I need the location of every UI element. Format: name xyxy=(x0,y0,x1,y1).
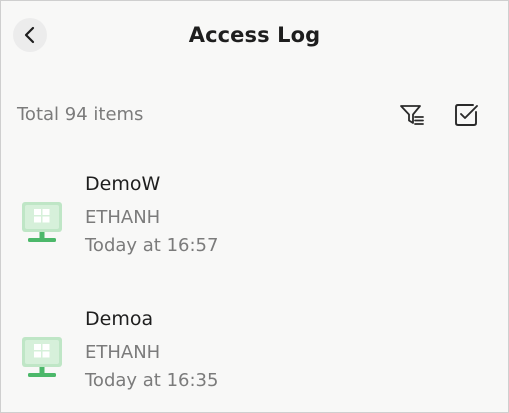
list-item[interactable]: Demoa ETHANH Today at 16:35 xyxy=(1,302,508,412)
windows-monitor-icon xyxy=(22,337,62,377)
filter-button[interactable] xyxy=(398,101,426,129)
device-name: Demoa xyxy=(85,308,154,330)
windows-monitor-icon xyxy=(22,202,62,242)
user-name: ETHANH xyxy=(85,342,161,363)
access-time: Today at 16:57 xyxy=(85,235,219,256)
select-items-button[interactable] xyxy=(452,101,480,129)
access-log-screen: Access Log Total 94 items DemoW ETHANH T… xyxy=(0,0,509,413)
device-name: DemoW xyxy=(85,173,161,195)
user-name: ETHANH xyxy=(85,207,161,228)
checkbox-icon xyxy=(455,104,478,126)
access-time: Today at 16:35 xyxy=(85,370,219,391)
total-items-count: Total 94 items xyxy=(17,104,144,125)
list-item[interactable]: DemoW ETHANH Today at 16:57 xyxy=(1,167,508,277)
filter-icon xyxy=(400,105,424,125)
page-title: Access Log xyxy=(188,23,321,47)
